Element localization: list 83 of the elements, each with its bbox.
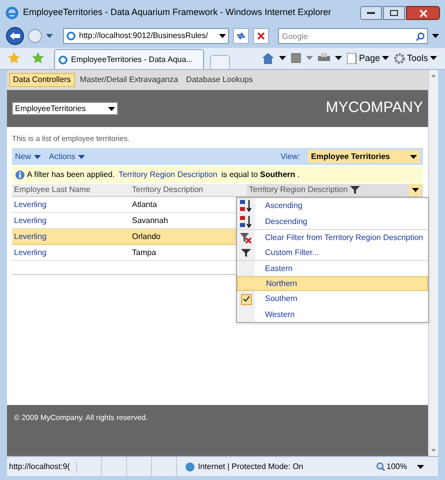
dropdown-arrow-icon	[410, 154, 417, 159]
column-header[interactable]: Territory Description	[130, 184, 247, 196]
company-name: MYCOMPANY	[326, 98, 423, 118]
forward-button[interactable]	[28, 29, 42, 43]
add-favorite-icon[interactable]	[32, 52, 44, 64]
status-url: http://localhost:9(	[7, 460, 77, 472]
security-zone: Internet | Protected Mode: On	[198, 460, 304, 472]
dropdown-arrow-icon	[430, 56, 437, 60]
menu-item[interactable]: Northern	[237, 276, 428, 292]
column-header[interactable]: Territory Region Description	[247, 184, 423, 196]
search-field[interactable]: Google	[278, 28, 428, 44]
menu-tab[interactable]: Data Controllers	[9, 73, 75, 87]
view-select[interactable]: Employee Territories	[308, 150, 420, 164]
dropdown-arrow-icon	[278, 56, 286, 60]
menu-item[interactable]: Clear Filter from Territory Region Description	[237, 229, 428, 245]
dropdown-arrow-icon	[78, 154, 86, 159]
globe-icon	[185, 462, 195, 472]
back-button[interactable]	[6, 27, 24, 45]
dropdown-arrow-icon	[46, 34, 53, 38]
notice-text: A filter has been applied.	[27, 168, 115, 181]
controller-select[interactable]: EmployeeTerritories	[12, 102, 118, 115]
dropdown-arrow-icon	[432, 34, 439, 38]
stop-button[interactable]	[253, 28, 269, 44]
employee-link[interactable]: Leverling	[12, 230, 130, 243]
action-menu-button[interactable]: New	[15, 150, 42, 163]
browser-logo-icon	[5, 6, 19, 20]
filter-field-link[interactable]: Territory Region Description	[118, 168, 218, 181]
refresh-icon	[236, 31, 246, 41]
browser-tab[interactable]: EmployeeTerritories - Data Aqua...	[54, 49, 204, 69]
gear-icon	[394, 52, 405, 64]
dropdown-arrow-icon	[412, 188, 418, 192]
column-header[interactable]: Employee Last Name	[12, 184, 130, 196]
page-icon	[346, 52, 357, 64]
clear-filter-icon	[240, 232, 252, 244]
dropdown-arrow-icon	[417, 464, 424, 468]
page-icon	[58, 54, 68, 64]
back-arrow-icon	[10, 32, 20, 40]
sort-icon	[239, 214, 253, 228]
notice-text: is equal to Southern .	[221, 168, 300, 181]
window-title: EmployeeTerritories - Data Aquarium Framework - Windows Internet Explorer	[23, 6, 332, 20]
info-icon	[15, 170, 25, 180]
view-label: View:	[280, 150, 300, 163]
sort-icon	[239, 199, 253, 213]
table-cell-text: Atlanta	[131, 198, 158, 211]
star-icon[interactable]	[8, 52, 20, 64]
dropdown-arrow-icon	[306, 56, 313, 60]
dropdown-arrow-icon	[108, 106, 115, 110]
employee-link[interactable]: Leverling	[12, 198, 130, 211]
employee-link[interactable]: Leverling	[12, 214, 130, 227]
command-menu-button[interactable]: Tools	[394, 52, 437, 65]
scroll-up-icon[interactable]	[431, 74, 436, 77]
employee-link[interactable]: Leverling	[12, 246, 130, 259]
scrollbar[interactable]	[428, 70, 438, 456]
checkmark-icon	[240, 294, 252, 304]
dropdown-arrow-icon	[382, 56, 389, 60]
action-menu-button[interactable]: Actions	[49, 150, 86, 163]
dropdown-arrow-icon	[219, 34, 226, 38]
filter-icon	[241, 248, 251, 258]
command-menu-button[interactable]: Page	[346, 52, 389, 65]
menu-tab[interactable]: Database Lookups	[183, 73, 256, 87]
refresh-button[interactable]	[233, 28, 249, 44]
address-field[interactable]: http://localhost:9012/BusinessRules/	[63, 28, 229, 44]
table-cell-text: Orlando	[131, 230, 162, 243]
dropdown-arrow-icon	[334, 56, 342, 60]
menu-tab[interactable]: Master/Detail Extravaganza	[76, 73, 182, 87]
home-icon[interactable]	[262, 52, 274, 64]
table-cell-text: Tampa	[131, 246, 158, 259]
scroll-down-icon[interactable]	[431, 449, 436, 452]
column-menu-button[interactable]	[409, 184, 421, 196]
maximize-button[interactable]	[383, 6, 405, 20]
minimize-button[interactable]	[360, 6, 382, 20]
zoom-icon	[376, 462, 385, 471]
dropdown-arrow-icon	[34, 154, 42, 159]
search-icon[interactable]	[416, 32, 425, 40]
table-cell-text: Savannah	[131, 214, 170, 227]
close-button[interactable]	[406, 6, 440, 20]
menu-item[interactable]: Southern	[237, 291, 428, 307]
close-icon	[420, 10, 426, 16]
menu-item[interactable]: Western	[237, 306, 428, 322]
stop-icon	[257, 32, 265, 40]
page-icon	[66, 31, 76, 41]
printer-icon[interactable]	[318, 53, 330, 64]
zoom-button[interactable]: 100%	[376, 460, 438, 472]
